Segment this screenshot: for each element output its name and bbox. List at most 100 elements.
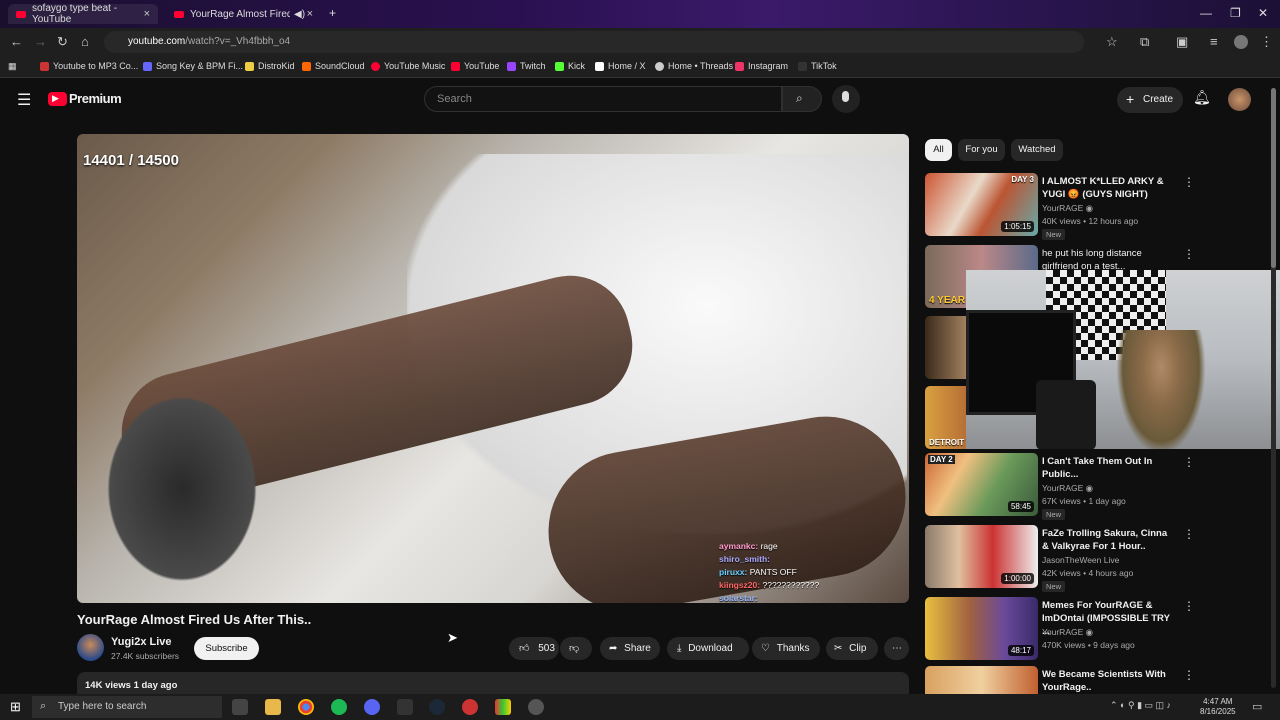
more-vertical-icon[interactable]: ⋮ (1183, 599, 1195, 613)
subscribe-button[interactable]: Subscribe (194, 637, 259, 660)
rec-channel[interactable]: YourRAGE ◉ (1042, 203, 1093, 214)
rec-channel[interactable]: JasonTheWeen Live (1042, 555, 1119, 565)
bookmark-youtube[interactable]: YouTube (451, 61, 499, 71)
close-window-button[interactable]: ✕ (1258, 6, 1268, 20)
more-vertical-icon[interactable]: ⋮ (1183, 527, 1195, 541)
rec-channel[interactable]: YourRAGE ◉ (1042, 627, 1093, 638)
bookmark-soundcloud[interactable]: SoundCloud (302, 61, 365, 71)
logo-text[interactable]: Premium (69, 91, 122, 106)
sidepanel-icon[interactable]: ▣ (1176, 34, 1188, 50)
bookmark-x[interactable]: Home / X (595, 61, 646, 71)
recommended-video[interactable]: DAY 2 58:45 I Can't Take Them Out In Pub… (925, 453, 1270, 520)
search-input[interactable]: Search (424, 86, 782, 112)
bookmark-youtube-music[interactable]: YouTube Music (371, 61, 445, 71)
video-thumbnail[interactable]: 1:00:00 (925, 525, 1038, 588)
download-icon: ⤓ (677, 643, 682, 654)
recommended-video[interactable]: 48:17 Memes For YourRAGE & ImDOntai (IMP… (925, 597, 1270, 663)
task-view-icon[interactable] (232, 699, 248, 715)
more-vertical-icon[interactable]: ⋮ (1183, 247, 1195, 261)
tab-sofaygo[interactable]: sofaygo type beat - YouTube × (8, 3, 158, 25)
clip-button[interactable]: ✂ Clip (826, 637, 878, 660)
channel-name[interactable]: Yugi2x Live (111, 636, 172, 648)
recommended-video[interactable]: We Became Scientists With YourRage.. ⋮ (925, 666, 1270, 694)
rec-channel[interactable]: YourRAGE ◉ (1042, 483, 1093, 494)
new-tab-button[interactable]: + (329, 6, 336, 20)
minimize-button[interactable]: — (1200, 6, 1212, 20)
more-actions-button[interactable]: ⋯ (884, 637, 909, 660)
system-clock[interactable]: 4:47 AM 8/16/2025 (1200, 697, 1236, 717)
bookmark-songkey[interactable]: Song Key & BPM Fi... (143, 61, 243, 71)
obs-icon[interactable] (528, 699, 544, 715)
like-count: 503 (538, 643, 555, 654)
video-thumbnail[interactable]: DAY 3 1:05:15 (925, 173, 1038, 236)
download-button[interactable]: ⤓ Download (667, 637, 749, 660)
bookmark-kick[interactable]: Kick (555, 61, 585, 71)
speaker-icon[interactable]: ◀) (294, 9, 305, 20)
steam-icon[interactable] (429, 699, 445, 715)
hamburger-menu-icon[interactable]: ☰ (17, 90, 31, 110)
app-icon[interactable] (495, 699, 511, 715)
close-tab-icon[interactable]: × (307, 8, 313, 20)
discord-icon[interactable] (364, 699, 380, 715)
bookmark-star-icon[interactable]: ☆ (1106, 34, 1118, 50)
chrome-icon[interactable] (298, 699, 314, 715)
scrollbar-thumb[interactable] (1271, 88, 1276, 268)
search-button[interactable]: ⌕ (782, 86, 822, 112)
rec-title[interactable]: FaZe Trolling Sakura, Cinna & Valkyrae F… (1042, 527, 1172, 553)
thanks-button[interactable]: ♡ Thanks (752, 637, 820, 660)
url-field[interactable]: youtube.com/watch?v=_Vh4fbbh_o4 (104, 31, 1084, 53)
video-thumbnail[interactable]: DAY 2 58:45 (925, 453, 1038, 516)
chip-watched[interactable]: Watched (1011, 139, 1063, 161)
bookmark-mp3[interactable]: Youtube to MP3 Co... (40, 61, 138, 71)
create-button[interactable]: + Create (1117, 87, 1183, 113)
channel-avatar[interactable] (77, 634, 104, 661)
system-tray-icons[interactable]: ⌃ ◐ ⚲ ▮ ▭ ◫ ♪ (1110, 700, 1171, 711)
apps-icon[interactable]: ▦ (8, 61, 17, 72)
notifications-bell-icon[interactable]: 🔔︎ (1193, 89, 1211, 106)
bookmark-threads[interactable]: Home • Threads (655, 61, 733, 71)
recommended-video[interactable]: 1:00:00 FaZe Trolling Sakura, Cinna & Va… (925, 525, 1270, 592)
media-icon[interactable]: ≡ (1210, 34, 1218, 49)
profile-avatar[interactable] (1234, 35, 1248, 49)
close-tab-icon[interactable]: × (144, 8, 150, 20)
rec-title[interactable]: I Can't Take Them Out In Public... (1042, 455, 1172, 481)
back-icon[interactable]: ← (10, 34, 23, 49)
share-button[interactable]: ➦ Share (600, 637, 660, 660)
rec-title[interactable]: We Became Scientists With YourRage.. (1042, 668, 1172, 694)
like-button[interactable]: 👍︎ 503 (509, 637, 559, 660)
bookmark-instagram[interactable]: Instagram (735, 61, 788, 71)
account-avatar[interactable] (1228, 88, 1251, 111)
download-label: Download (688, 643, 733, 654)
forward-icon[interactable]: → (34, 34, 47, 49)
taskbar-search-input[interactable]: ⌕ Type here to search (32, 696, 222, 718)
tab-yourrage[interactable]: YourRage Almost Fired Us A ◀) × (166, 4, 321, 24)
app-icon[interactable] (397, 699, 413, 715)
page-scrollbar[interactable] (1271, 88, 1276, 688)
file-explorer-icon[interactable] (265, 699, 281, 715)
windows-start-icon[interactable]: ⊞ (10, 699, 21, 715)
bookmark-distrokid[interactable]: DistroKid (245, 61, 295, 71)
dislike-button[interactable]: 👎︎ (560, 637, 592, 660)
more-vertical-icon[interactable]: ⋮ (1183, 668, 1195, 682)
app-icon[interactable] (462, 699, 478, 715)
video-player[interactable]: 14401 / 14500 aymankc: rage shiro_smith:… (77, 134, 909, 603)
reload-icon[interactable]: ↻ (57, 34, 68, 50)
description-box[interactable]: 14K views 1 day ago (77, 672, 909, 694)
voice-search-button[interactable] (832, 85, 860, 113)
spotify-icon[interactable] (331, 699, 347, 715)
more-vertical-icon[interactable]: ⋮ (1183, 455, 1195, 469)
rec-title[interactable]: I ALMOST K*LLED ARKY & YUGI 😡 (GUYS NIGH… (1042, 175, 1172, 201)
bookmark-twitch[interactable]: Twitch (507, 61, 546, 71)
maximize-button[interactable]: ❐ (1230, 6, 1241, 20)
more-vertical-icon[interactable]: ⋮ (1183, 175, 1195, 189)
bookmark-tiktok[interactable]: TikTok (798, 61, 837, 71)
video-thumbnail[interactable] (925, 666, 1038, 694)
chip-all[interactable]: All (925, 139, 952, 161)
video-thumbnail[interactable]: 48:17 (925, 597, 1038, 660)
extensions-icon[interactable]: ⧉ (1140, 34, 1149, 50)
recommended-video[interactable]: DAY 3 1:05:15 I ALMOST K*LLED ARKY & YUG… (925, 173, 1270, 240)
menu-icon[interactable]: ⋮ (1260, 34, 1273, 50)
home-icon[interactable]: ⌂ (81, 34, 89, 49)
notification-center-icon[interactable]: ▭ (1252, 700, 1262, 713)
chip-for-you[interactable]: For you (958, 139, 1005, 161)
